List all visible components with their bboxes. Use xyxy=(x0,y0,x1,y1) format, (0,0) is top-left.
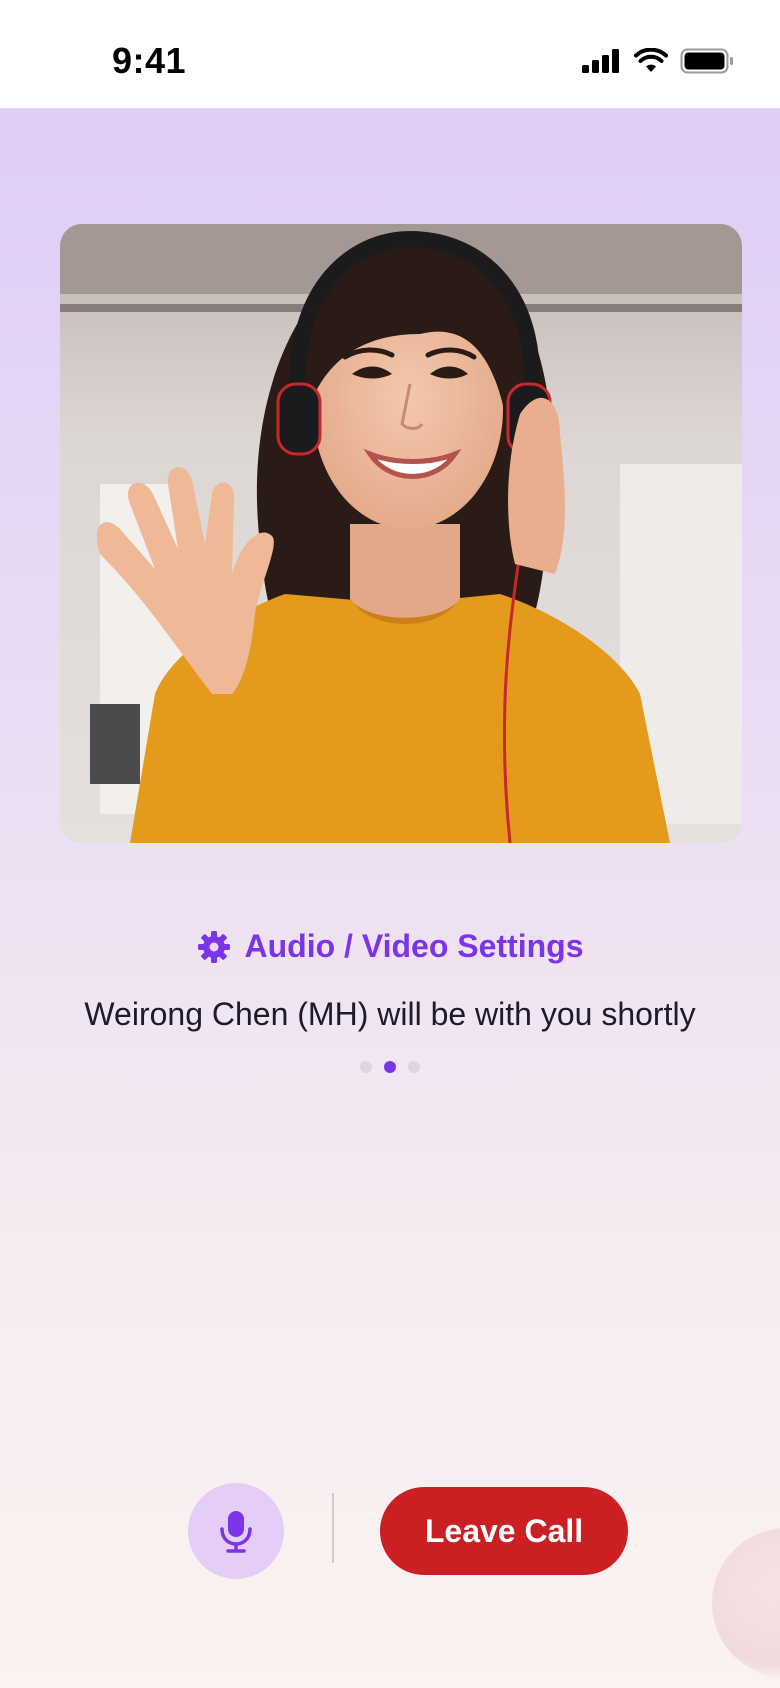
status-bar: 9:41 xyxy=(0,0,780,108)
microphone-icon xyxy=(220,1511,252,1553)
participant-photo xyxy=(60,224,742,843)
participant-video xyxy=(60,224,742,843)
status-time: 9:41 xyxy=(112,40,187,81)
settings-label: Audio / Video Settings xyxy=(244,928,584,964)
pager-dots xyxy=(0,1061,780,1073)
waiting-message: Weirong Chen (MH) will be with you short… xyxy=(84,996,696,1032)
pager-dot xyxy=(360,1061,372,1073)
pager-dot-active xyxy=(384,1061,396,1073)
call-screen: Audio / Video Settings Weirong Chen (MH)… xyxy=(0,108,780,1688)
battery-icon xyxy=(680,48,733,74)
microphone-button[interactable] xyxy=(188,1483,284,1579)
call-controls: Leave Call xyxy=(0,1483,780,1583)
status-icons xyxy=(582,48,734,74)
leave-call-button[interactable]: Leave Call xyxy=(380,1487,628,1575)
gear-icon xyxy=(197,930,230,963)
wifi-icon xyxy=(634,48,668,72)
controls-divider xyxy=(332,1493,334,1563)
cellular-signal-icon xyxy=(582,49,619,73)
audio-video-settings-button[interactable]: Audio / Video Settings xyxy=(0,928,780,965)
pager-dot xyxy=(408,1061,420,1073)
